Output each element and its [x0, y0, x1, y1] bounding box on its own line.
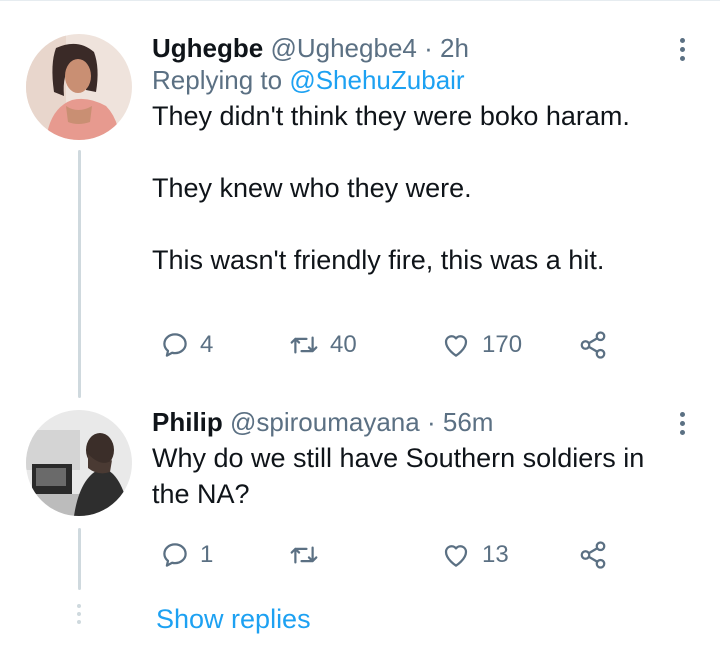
reply-icon [163, 543, 187, 567]
tweet-actions: 1 13 [152, 540, 622, 580]
share-icon [580, 331, 606, 359]
display-name[interactable]: Philip [152, 407, 223, 437]
share-icon [580, 541, 606, 569]
like-button[interactable]: 170 [440, 330, 522, 360]
reply-button[interactable]: 4 [160, 330, 213, 360]
like-icon [444, 545, 468, 567]
timestamp[interactable]: 2h [440, 33, 469, 63]
retweet-button[interactable]: 40 [288, 330, 357, 360]
tweet-header: Ughegbe @Ughegbe4 · 2h [152, 32, 700, 64]
user-handle[interactable]: @Ughegbe4 [270, 33, 416, 63]
top-divider [0, 0, 720, 1]
thread-connector-line [78, 528, 81, 590]
avatar-philip[interactable] [26, 410, 132, 516]
reply-icon [163, 333, 187, 357]
share-button[interactable] [578, 330, 608, 360]
thread-ellipsis-connector [76, 604, 82, 628]
user-handle[interactable]: @spiroumayana [230, 407, 420, 437]
share-button[interactable] [578, 540, 608, 570]
reply-count: 1 [200, 541, 214, 568]
tweet-text: Why do we still have Southern soldiers i… [152, 443, 645, 509]
reply-count: 4 [200, 331, 214, 358]
like-count: 170 [482, 331, 523, 358]
thread-connector-line [78, 150, 81, 398]
tweet-header: Philip @spiroumayana · 56m [152, 406, 700, 438]
retweet-count: 40 [330, 331, 357, 358]
tweet-text: They didn't think they were boko haram. … [152, 101, 630, 275]
avatar-ughegbe[interactable] [26, 34, 132, 140]
retweet-icon [290, 546, 318, 564]
tweet-actions: 4 40 170 [152, 330, 622, 370]
like-icon [444, 335, 468, 357]
replying-to-line: Replying to @ShehuZubair [152, 64, 700, 96]
like-button[interactable]: 13 [440, 540, 509, 570]
replying-to-handle-link[interactable]: @ShehuZubair [289, 65, 464, 95]
timestamp[interactable]: 56m [443, 407, 494, 437]
display-name[interactable]: Ughegbe [152, 33, 263, 63]
replying-to-prefix: Replying to [152, 65, 283, 95]
reply-button[interactable]: 1 [160, 540, 213, 570]
more-options-icon[interactable] [680, 412, 686, 439]
like-count: 13 [482, 541, 509, 568]
tweet-philip[interactable]: Philip @spiroumayana · 56m Why do we sti… [152, 406, 700, 512]
more-options-icon[interactable] [680, 38, 686, 65]
separator-dot: · [424, 33, 433, 63]
tweet-ughegbe[interactable]: Ughegbe @Ughegbe4 · 2h Replying to @Sheh… [152, 32, 700, 278]
retweet-icon [290, 336, 318, 354]
separator-dot: · [426, 407, 436, 437]
show-replies-link[interactable]: Show replies [156, 604, 311, 635]
retweet-button[interactable] [288, 540, 330, 570]
